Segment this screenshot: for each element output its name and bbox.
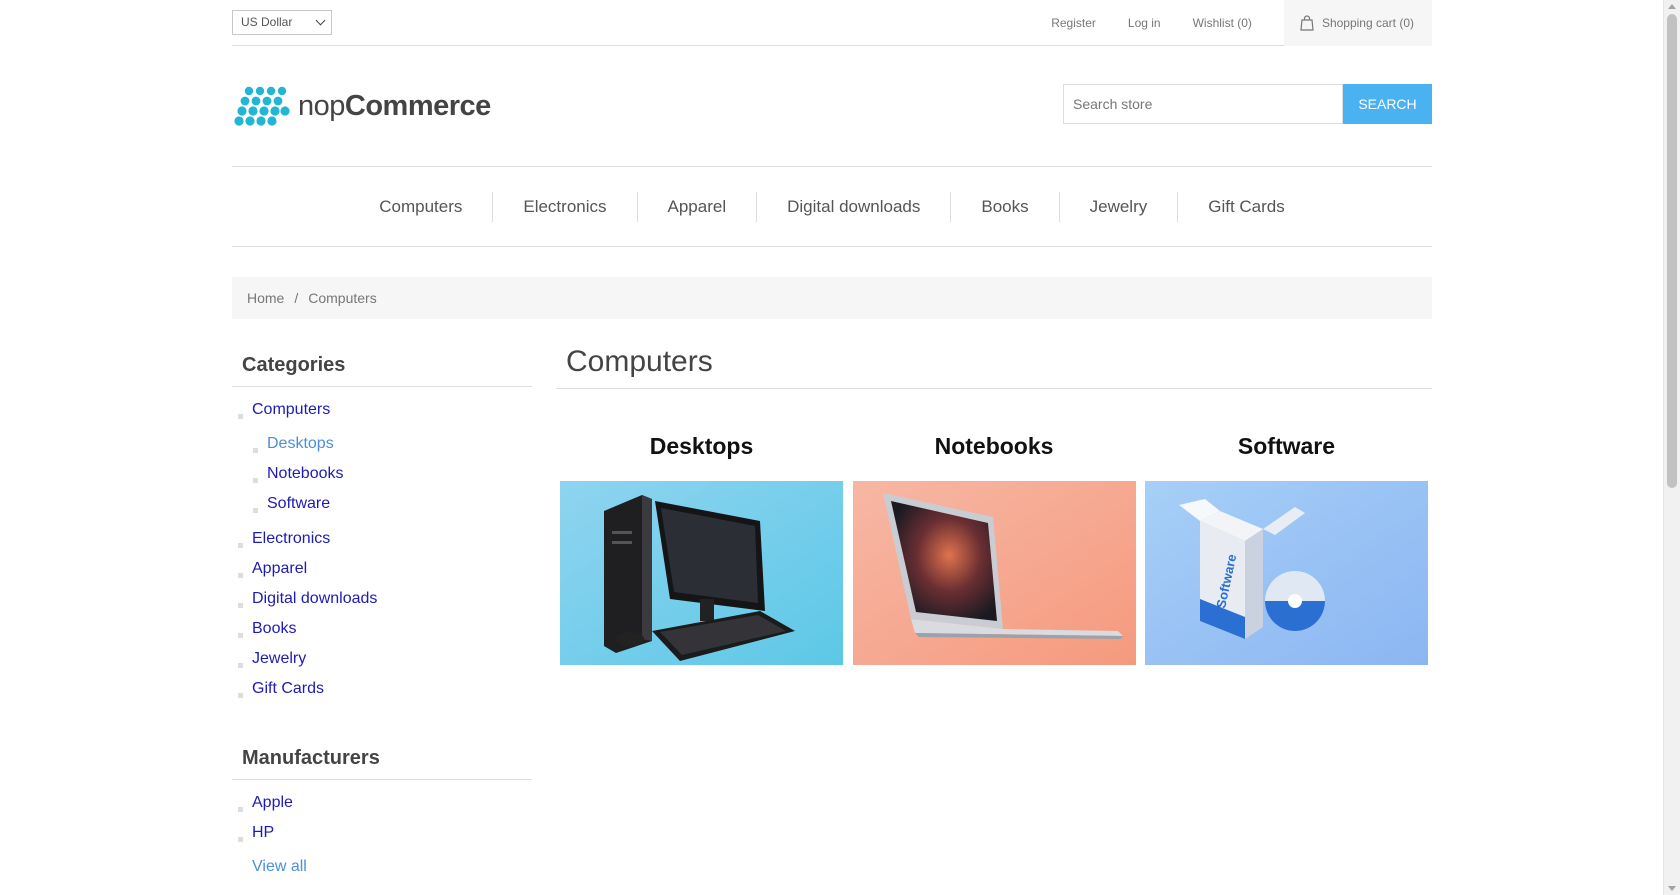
logo-dots-icon [234, 86, 290, 126]
currency-selector[interactable]: US Dollar [232, 10, 332, 35]
manufacturer-hp[interactable]: HP [232, 818, 532, 848]
header-links: Register Log in Wishlist (0) Shopping ca… [1051, 0, 1432, 46]
subcategories-list: Desktops Notebooks Software [232, 425, 532, 524]
chevron-down-icon [315, 15, 326, 26]
menu-item-jewelry[interactable]: Jewelry [1060, 197, 1178, 217]
search-box: SEARCH [1063, 84, 1432, 124]
category-desktops[interactable]: Desktops [232, 429, 532, 459]
menu-item-gift-cards[interactable]: Gift Cards [1178, 197, 1315, 217]
breadcrumb-home[interactable]: Home [247, 290, 284, 306]
currency-value: US Dollar [241, 15, 293, 29]
category-electronics[interactable]: Electronics [232, 524, 532, 554]
subcategory-grid: Desktops Notebooks Software Software [556, 433, 1432, 665]
categories-title: Categories [232, 345, 532, 387]
subcategory-desktops[interactable]: Desktops [560, 433, 843, 665]
logo-text-nop: nop [298, 89, 345, 122]
subcategory-notebooks[interactable]: Notebooks [852, 433, 1136, 665]
category-apparel[interactable]: Apparel [232, 554, 532, 584]
breadcrumb-separator: / [294, 290, 299, 306]
category-notebooks[interactable]: Notebooks [232, 459, 532, 489]
register-link[interactable]: Register [1051, 16, 1096, 30]
category-gift-cards[interactable]: Gift Cards [232, 674, 532, 704]
scroll-down-icon[interactable] [1668, 886, 1676, 891]
category-jewelry[interactable]: Jewelry [232, 644, 532, 674]
search-input[interactable] [1063, 84, 1343, 124]
category-software[interactable]: Software [232, 489, 532, 519]
desktop-computer-image[interactable] [560, 481, 843, 665]
laptop-image[interactable] [852, 481, 1136, 665]
subcategory-title[interactable]: Notebooks [853, 433, 1136, 467]
search-button[interactable]: SEARCH [1343, 84, 1432, 124]
header-lower: nopCommerce SEARCH [232, 46, 1432, 166]
software-box-image[interactable]: Software [1145, 481, 1428, 665]
view-all-manufacturers-link[interactable]: View all [232, 852, 532, 882]
manufacturers-block: Manufacturers Apple HP View all [232, 738, 532, 882]
wishlist-link[interactable]: Wishlist (0) [1193, 16, 1252, 30]
header-upper: US Dollar Register Log in Wishlist (0) S… [232, 0, 1432, 46]
menu-item-apparel[interactable]: Apparel [638, 197, 757, 217]
category-books[interactable]: Books [232, 614, 532, 644]
scroll-up-icon[interactable] [1668, 4, 1676, 9]
login-link[interactable]: Log in [1128, 16, 1161, 30]
center-column: Computers Desktops Notebooks Software So… [556, 345, 1432, 665]
category-digital-downloads[interactable]: Digital downloads [232, 584, 532, 614]
shopping-cart-label: Shopping cart (0) [1321, 16, 1414, 30]
menu-item-books[interactable]: Books [951, 197, 1058, 217]
page-title: Computers [556, 345, 1432, 389]
categories-list: Computers Desktops Notebooks Software El… [232, 387, 532, 704]
menu-item-digital-downloads[interactable]: Digital downloads [757, 197, 950, 217]
logo-text-commerce: Commerce [344, 89, 491, 122]
breadcrumb-current: Computers [308, 290, 377, 306]
manufacturers-title: Manufacturers [232, 738, 532, 780]
logo-text: nopCommerce [298, 90, 491, 123]
subcategory-software[interactable]: Software Software [1145, 433, 1428, 665]
manufacturer-apple[interactable]: Apple [232, 788, 532, 818]
shopping-cart-link[interactable]: Shopping cart (0) [1283, 0, 1432, 46]
side-column: Categories Computers Desktops Notebooks … [232, 345, 532, 882]
menu-item-electronics[interactable]: Electronics [493, 197, 636, 217]
scrollbar-thumb[interactable] [1667, 14, 1677, 488]
manufacturers-list: Apple HP [232, 780, 532, 848]
store-logo[interactable]: nopCommerce [234, 85, 491, 127]
subcategory-title[interactable]: Software [1145, 433, 1428, 467]
breadcrumb: Home / Computers [232, 277, 1432, 319]
page-master: US Dollar Register Log in Wishlist (0) S… [232, 0, 1432, 875]
shopping-bag-icon [1300, 15, 1314, 31]
top-menu: Computers Electronics Apparel Digital do… [232, 166, 1432, 247]
subcategory-title[interactable]: Desktops [560, 433, 843, 467]
category-computers[interactable]: Computers [232, 395, 532, 425]
menu-item-computers[interactable]: Computers [349, 197, 492, 217]
page-scrollbar[interactable] [1663, 0, 1680, 895]
